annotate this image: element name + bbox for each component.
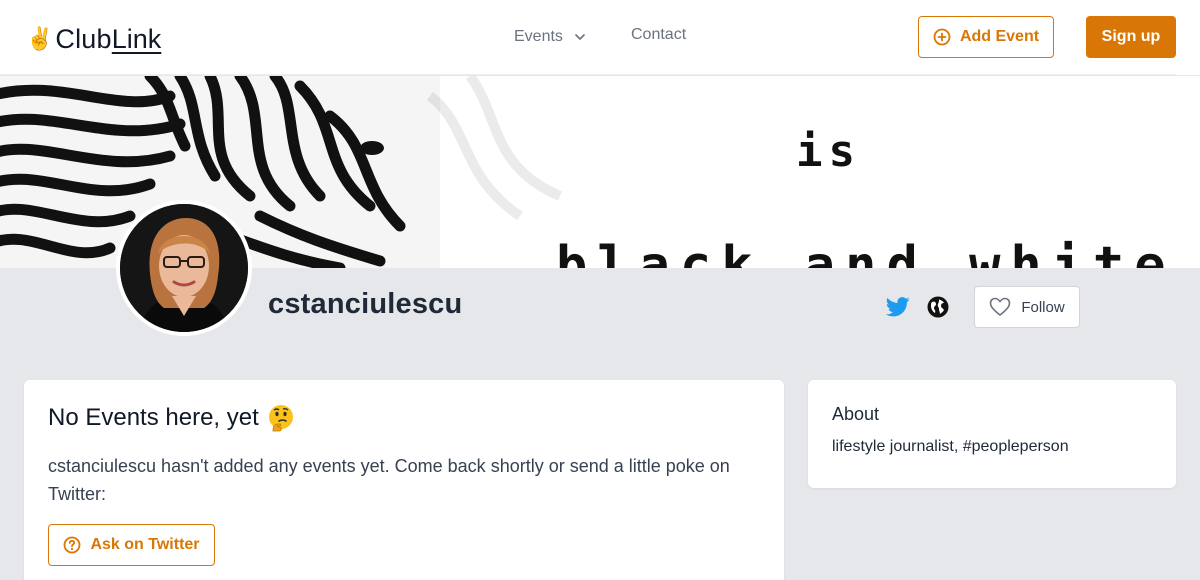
events-card-title: No Events here, yet [48,404,295,432]
victory-hand-icon: ✌️ [26,26,54,51]
top-navbar: ✌️ Club Link Events Contact Add Event Si… [0,0,1200,75]
header-divider [0,74,1176,75]
globe-icon[interactable] [927,296,949,318]
ask-on-twitter-button[interactable]: Ask on Twitter [48,524,215,566]
banner-text-black-and-white: black and white [556,236,1176,268]
events-card-title-text: No Events here, yet [48,404,259,431]
clublink-logo[interactable]: ✌️ Club Link [26,22,161,56]
logo-text-club: Club [55,23,112,54]
avatar-photo [120,204,248,332]
logo-text-link: Link [111,23,162,54]
plus-circle-icon [933,28,951,46]
nav-events-dropdown[interactable]: Events [514,26,587,48]
thinking-face-icon [268,405,293,432]
ask-on-twitter-label: Ask on Twitter [90,536,200,553]
twitter-icon[interactable] [886,296,910,318]
nav-contact-link[interactable]: Contact [631,26,686,48]
follow-button[interactable]: Follow [974,286,1080,328]
events-card: No Events here, yet cstanciulescu hasn't… [24,380,784,580]
add-event-button[interactable]: Add Event [918,16,1054,58]
about-card: About lifestyle journalist, #peopleperso… [808,380,1176,488]
chevron-down-icon [575,34,585,40]
question-circle-icon [64,536,81,554]
profile-username: cstanciulescu [268,288,463,320]
signup-button[interactable]: Sign up [1086,16,1176,58]
about-heading: About [832,404,880,424]
about-text: lifestyle journalist, #peopleperson [832,438,1069,455]
heart-icon [990,297,1011,316]
follow-label: Follow [1021,298,1065,316]
nav-events-label: Events [514,28,563,45]
events-card-message: cstanciulescu hasn't added any events ye… [48,456,730,504]
add-event-label: Add Event [959,28,1040,45]
avatar [116,200,252,336]
banner-text-is: is [796,126,861,177]
